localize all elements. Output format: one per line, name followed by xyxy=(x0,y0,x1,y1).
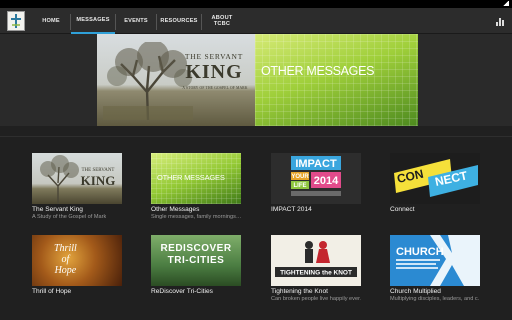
impact-logo: IMPACT YOUR 2014 LIFE xyxy=(291,156,341,196)
svg-text:2014: 2014 xyxy=(314,175,339,187)
banner-title-line1: THE SERVANT xyxy=(184,52,244,61)
series-title: Thrill of Hope xyxy=(32,288,72,295)
thumb-label: REDISCOVER TRI-CITIES xyxy=(160,243,232,266)
series-title: Church Multiplied xyxy=(390,288,441,295)
status-bar xyxy=(0,0,512,8)
tab-events[interactable]: EVENTS xyxy=(116,8,156,34)
tab-about[interactable]: ABOUT TCBC xyxy=(202,8,242,34)
featured-banner: THE SERVANT KING A STORY OF THE GOSPEL O… xyxy=(0,34,512,126)
decorative-grid xyxy=(255,34,418,126)
svg-text:IMPACT: IMPACT xyxy=(295,158,337,170)
app-logo-icon[interactable] xyxy=(7,11,25,31)
bar-chart-icon[interactable] xyxy=(496,16,506,26)
series-thumbnail[interactable]: TIGHTENING the KNOT xyxy=(271,235,361,286)
banner-title: OTHER MESSAGES xyxy=(261,64,375,78)
signal-icon xyxy=(503,1,509,6)
svg-text:LIFE: LIFE xyxy=(294,183,307,189)
svg-text:TIGHTENING the KNOT: TIGHTENING the KNOT xyxy=(280,270,352,277)
svg-text:YOUR: YOUR xyxy=(291,174,309,180)
series-subtitle: Single messages, family mornings… xyxy=(151,214,241,220)
banner-subtitle: A STORY OF THE GOSPEL OF MARK xyxy=(182,86,248,90)
series-title: The Servant King xyxy=(32,206,83,213)
svg-text:KING: KING xyxy=(81,173,116,188)
tab-messages[interactable]: MESSAGES xyxy=(71,8,115,34)
tree-image: THE SERVANT KING xyxy=(40,155,116,204)
divider xyxy=(0,136,512,137)
church-logo: CHURCH xyxy=(396,235,480,286)
action-bar: HOME MESSAGES EVENTS RESOURCES ABOUT TCB… xyxy=(0,8,512,34)
series-subtitle: Can broken people live happily ever… xyxy=(271,296,361,302)
series-thumbnail[interactable]: Thrill of Hope xyxy=(32,235,122,286)
series-thumbnail[interactable]: REDISCOVER TRI-CITIES xyxy=(151,235,241,286)
series-thumbnail[interactable]: CON NECT xyxy=(390,153,480,204)
series-subtitle: Multiplying disciples, leaders, and c… xyxy=(390,296,480,302)
series-title: ReDiscover Tri-Cities xyxy=(151,288,213,295)
svg-text:CHURCH: CHURCH xyxy=(396,246,444,258)
tab-resources[interactable]: RESOURCES xyxy=(157,8,201,34)
series-thumbnail[interactable]: IMPACT YOUR 2014 LIFE xyxy=(271,153,361,204)
tab-home[interactable]: HOME xyxy=(32,8,70,34)
connect-logo: CON NECT xyxy=(394,159,478,197)
series-title: IMPACT 2014 xyxy=(271,206,312,213)
series-thumbnail[interactable]: OTHER MESSAGES xyxy=(151,153,241,204)
servant-king-banner[interactable]: THE SERVANT KING A STORY OF THE GOSPEL O… xyxy=(97,34,255,126)
thumb-label: Thrill of Hope xyxy=(54,243,77,276)
series-thumbnail[interactable]: CHURCH xyxy=(390,235,480,286)
series-thumbnail[interactable]: THE SERVANT KING xyxy=(32,153,122,204)
series-subtitle: A Study of the Gospel of Mark xyxy=(32,214,107,220)
thumb-label: OTHER MESSAGES xyxy=(157,173,225,182)
knot-logo: TIGHTENING the KNOT xyxy=(275,241,357,277)
banner-title-line2: KING xyxy=(185,61,243,83)
series-title: Tightening the Knot xyxy=(271,288,328,295)
series-title: Connect xyxy=(390,206,415,213)
other-messages-banner[interactable]: OTHER MESSAGES xyxy=(255,34,418,126)
series-title: Other Messages xyxy=(151,206,200,213)
